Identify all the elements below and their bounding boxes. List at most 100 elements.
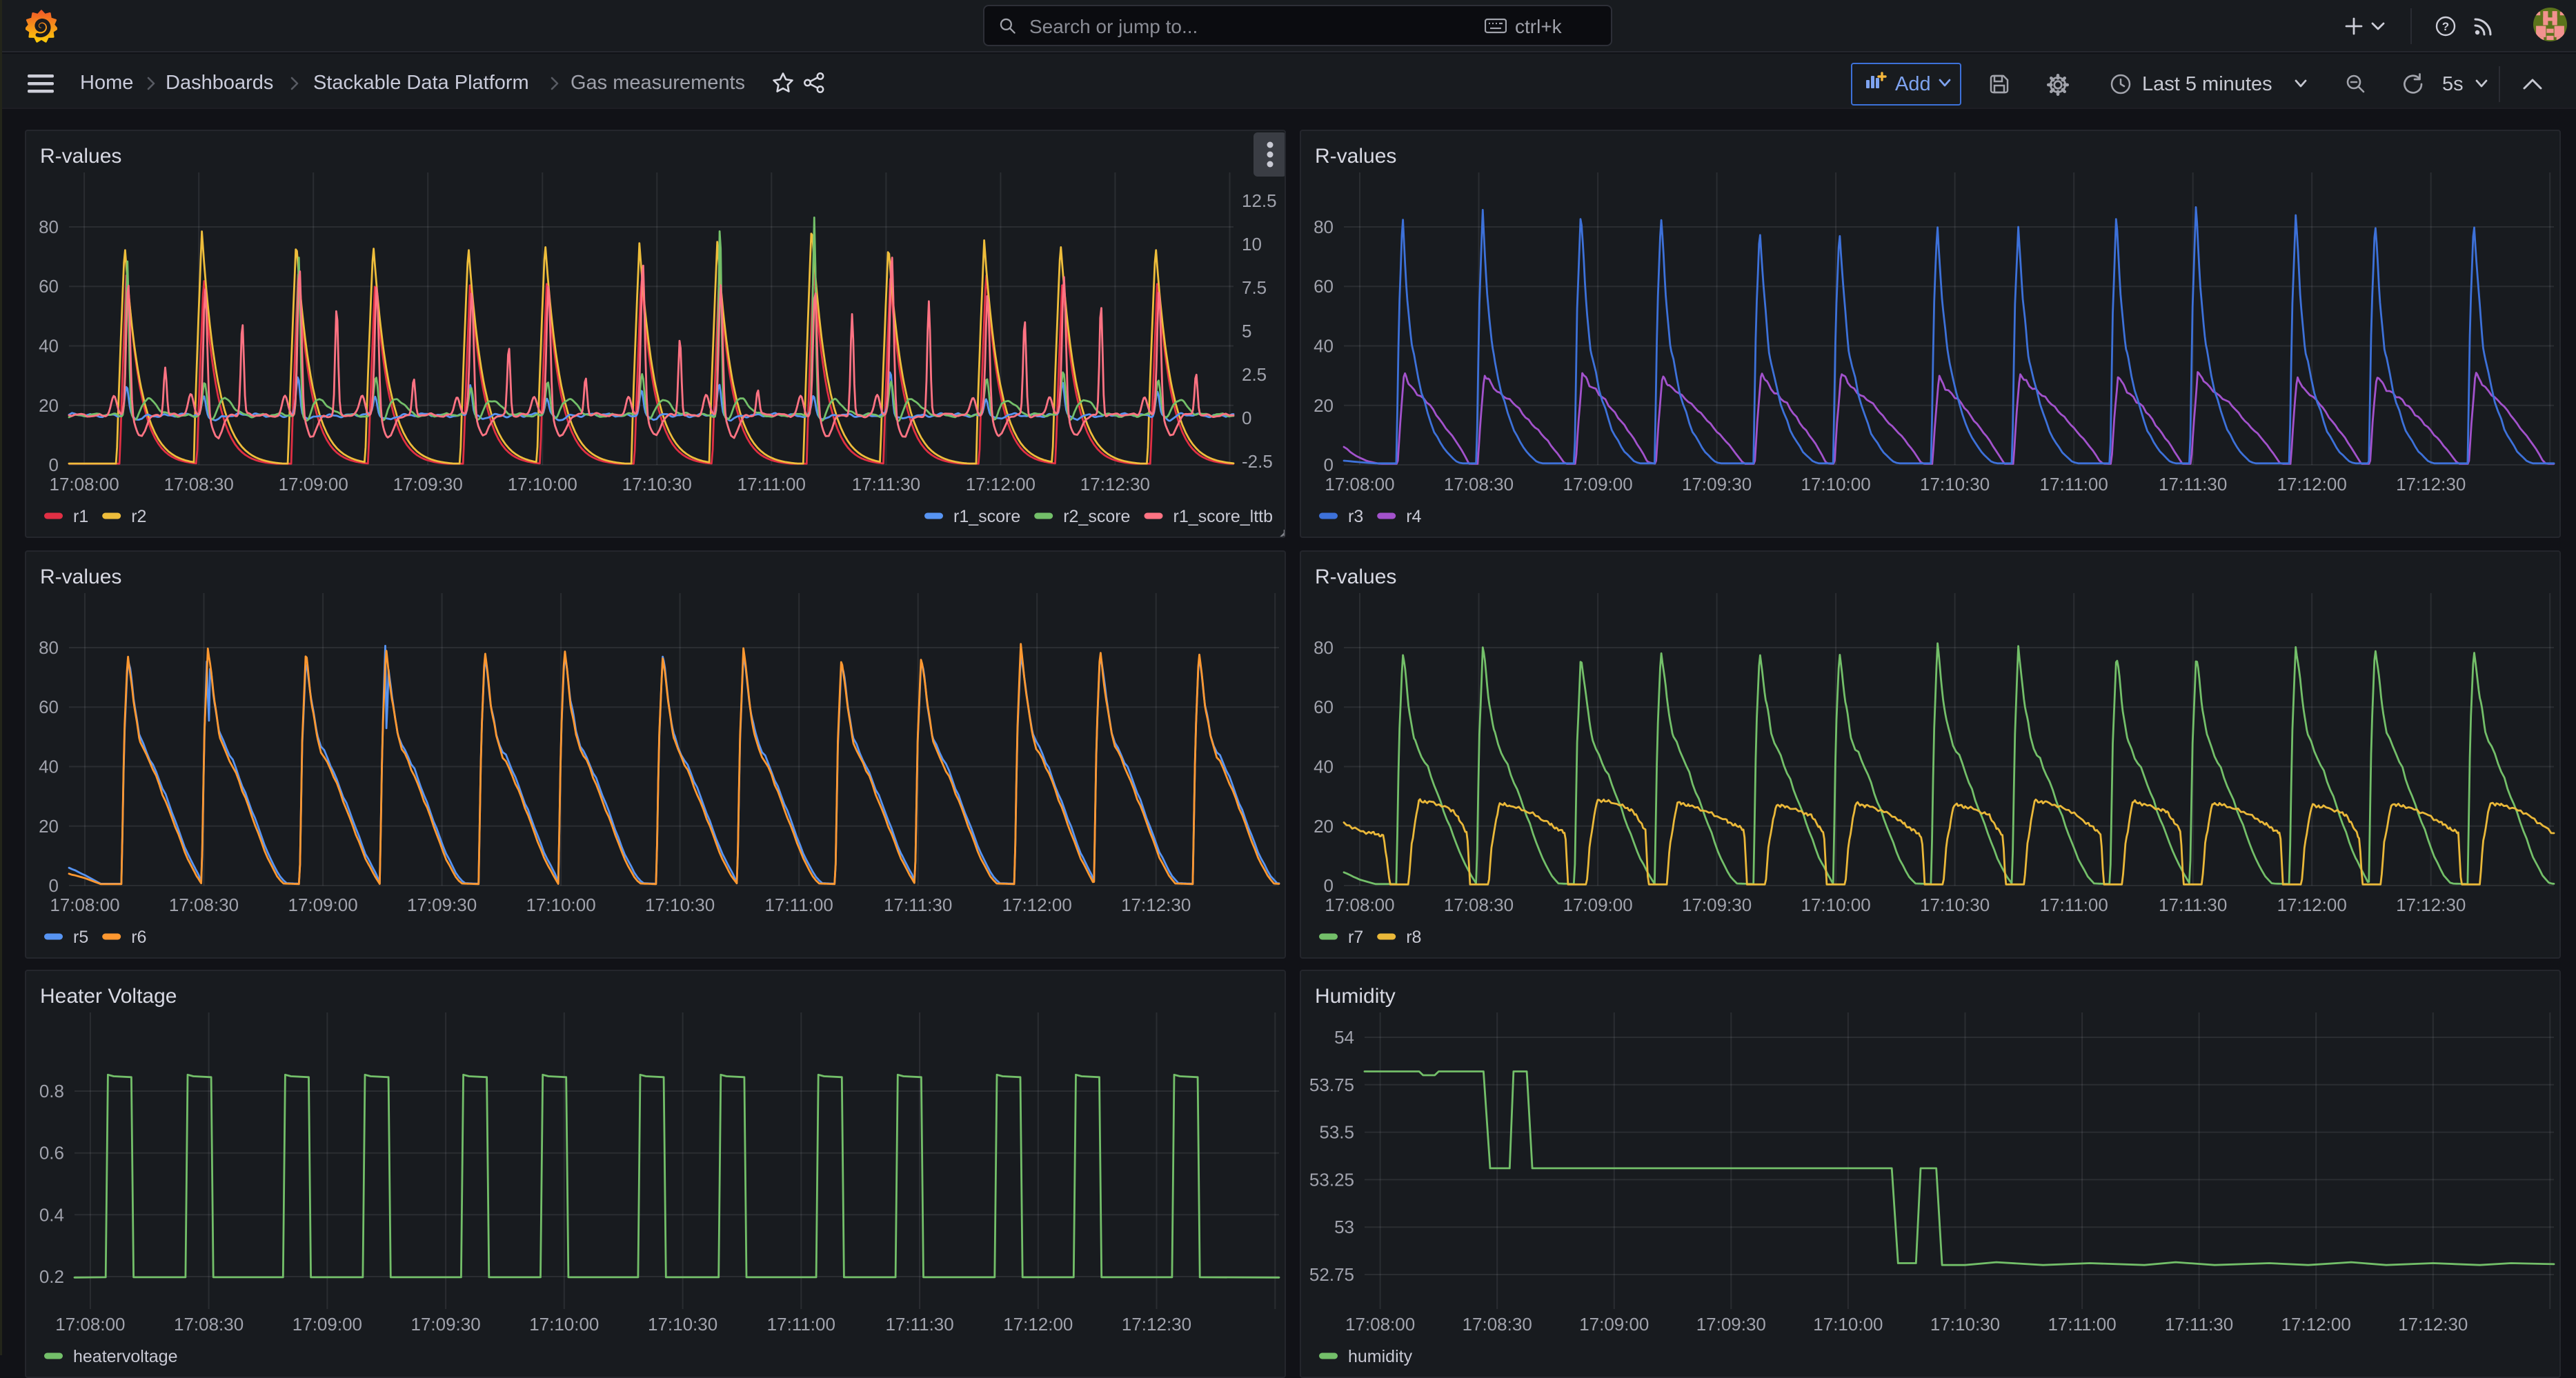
svg-text:17:08:30: 17:08:30 <box>1444 474 1514 495</box>
svg-text:r2_score: r2_score <box>1063 507 1130 526</box>
svg-text:17:11:30: 17:11:30 <box>2165 1314 2233 1335</box>
svg-text:17:08:00: 17:08:00 <box>1325 474 1394 495</box>
svg-text:17:11:30: 17:11:30 <box>2159 895 2227 915</box>
svg-text:r1_score: r1_score <box>953 507 1020 526</box>
svg-text:17:11:00: 17:11:00 <box>737 474 806 495</box>
svg-text:17:10:00: 17:10:00 <box>526 895 595 915</box>
svg-text:17:10:30: 17:10:30 <box>1920 474 1990 495</box>
svg-text:17:12:30: 17:12:30 <box>2396 895 2466 915</box>
svg-text:53.5: 53.5 <box>1319 1122 1354 1143</box>
svg-text:60: 60 <box>39 276 59 297</box>
svg-text:17:10:30: 17:10:30 <box>1930 1314 2000 1335</box>
svg-text:10: 10 <box>1242 234 1262 254</box>
svg-text:?: ? <box>2442 20 2449 33</box>
svg-text:17:12:00: 17:12:00 <box>2277 474 2347 495</box>
svg-text:17:09:30: 17:09:30 <box>407 895 477 915</box>
svg-text:53: 53 <box>1334 1217 1354 1237</box>
svg-text:17:12:30: 17:12:30 <box>2398 1314 2468 1335</box>
svg-text:80: 80 <box>39 217 59 237</box>
svg-text:80: 80 <box>1314 637 1334 658</box>
svg-text:r8: r8 <box>1406 928 1421 947</box>
svg-text:r5: r5 <box>73 928 88 947</box>
svg-text:17:10:30: 17:10:30 <box>1920 895 1990 915</box>
svg-text:r4: r4 <box>1406 507 1421 526</box>
svg-text:0: 0 <box>1324 455 1334 475</box>
svg-text:40: 40 <box>39 336 59 357</box>
svg-text:80: 80 <box>39 637 59 658</box>
svg-text:2.5: 2.5 <box>1242 364 1267 385</box>
svg-text:17:10:30: 17:10:30 <box>645 895 715 915</box>
svg-text:17:11:30: 17:11:30 <box>852 474 920 495</box>
svg-text:17:09:00: 17:09:00 <box>293 1314 362 1335</box>
svg-text:20: 20 <box>1314 816 1334 837</box>
svg-text:17:11:30: 17:11:30 <box>884 895 952 915</box>
svg-text:12.5: 12.5 <box>1242 190 1277 211</box>
svg-text:0.2: 0.2 <box>39 1266 64 1287</box>
svg-text:17:12:00: 17:12:00 <box>1002 895 1072 915</box>
svg-text:r1_score_lttb: r1_score_lttb <box>1173 507 1274 526</box>
svg-text:r7: r7 <box>1348 928 1363 947</box>
svg-text:17:11:30: 17:11:30 <box>885 1314 953 1335</box>
svg-text:R-values: R-values <box>40 145 121 168</box>
svg-text:17:10:30: 17:10:30 <box>648 1314 717 1335</box>
svg-text:R-values: R-values <box>40 566 121 588</box>
svg-text:17:11:30: 17:11:30 <box>2159 474 2227 495</box>
svg-text:80: 80 <box>1314 217 1334 237</box>
svg-text:17:12:00: 17:12:00 <box>2277 895 2347 915</box>
svg-text:17:08:00: 17:08:00 <box>1345 1314 1415 1335</box>
svg-text:54: 54 <box>1334 1027 1354 1048</box>
svg-text:17:09:30: 17:09:30 <box>1682 474 1752 495</box>
svg-text:17:12:00: 17:12:00 <box>1003 1314 1073 1335</box>
svg-text:17:12:30: 17:12:30 <box>1080 474 1150 495</box>
svg-text:53.75: 53.75 <box>1309 1075 1354 1095</box>
svg-text:60: 60 <box>39 697 59 717</box>
svg-text:17:10:00: 17:10:00 <box>1813 1314 1883 1335</box>
svg-text:17:11:00: 17:11:00 <box>767 1314 835 1335</box>
svg-text:17:10:30: 17:10:30 <box>622 474 692 495</box>
svg-text:17:08:00: 17:08:00 <box>55 1314 125 1335</box>
svg-text:60: 60 <box>1314 276 1334 297</box>
svg-text:r1: r1 <box>73 507 88 526</box>
svg-text:20: 20 <box>1314 395 1334 416</box>
svg-text:17:12:30: 17:12:30 <box>2396 474 2466 495</box>
svg-text:17:10:00: 17:10:00 <box>1801 474 1870 495</box>
svg-text:17:10:00: 17:10:00 <box>529 1314 599 1335</box>
svg-text:Humidity: Humidity <box>1315 985 1396 1008</box>
svg-text:17:12:30: 17:12:30 <box>1122 1314 1191 1335</box>
svg-text:0: 0 <box>1324 875 1334 896</box>
svg-text:R-values: R-values <box>1315 145 1396 168</box>
svg-text:17:11:00: 17:11:00 <box>2048 1314 2116 1335</box>
svg-text:17:08:00: 17:08:00 <box>49 474 119 495</box>
svg-text:humidity: humidity <box>1348 1347 1413 1366</box>
svg-text:0: 0 <box>49 455 59 475</box>
svg-text:17:08:30: 17:08:30 <box>1463 1314 1532 1335</box>
svg-text:17:12:00: 17:12:00 <box>2281 1314 2351 1335</box>
svg-text:17:09:30: 17:09:30 <box>1682 895 1752 915</box>
svg-text:17:12:00: 17:12:00 <box>966 474 1036 495</box>
svg-text:17:09:30: 17:09:30 <box>393 474 463 495</box>
svg-text:17:08:00: 17:08:00 <box>1325 895 1394 915</box>
svg-text:40: 40 <box>1314 757 1334 777</box>
svg-text:60: 60 <box>1314 697 1334 717</box>
svg-text:17:09:30: 17:09:30 <box>1696 1314 1766 1335</box>
svg-text:17:09:00: 17:09:00 <box>1579 1314 1649 1335</box>
svg-text:heatervoltage: heatervoltage <box>73 1347 178 1366</box>
svg-text:5: 5 <box>1242 321 1251 341</box>
svg-text:17:08:30: 17:08:30 <box>1444 895 1514 915</box>
svg-text:0: 0 <box>49 875 59 896</box>
svg-text:17:08:30: 17:08:30 <box>174 1314 244 1335</box>
svg-text:17:08:30: 17:08:30 <box>164 474 234 495</box>
svg-text:40: 40 <box>1314 336 1334 357</box>
svg-text:17:11:00: 17:11:00 <box>2040 895 2108 915</box>
svg-text:r2: r2 <box>131 507 146 526</box>
svg-text:0.6: 0.6 <box>39 1143 64 1164</box>
svg-text:-2.5: -2.5 <box>1242 451 1273 472</box>
svg-text:17:08:00: 17:08:00 <box>50 895 119 915</box>
svg-text:7.5: 7.5 <box>1242 277 1267 298</box>
svg-text:53.25: 53.25 <box>1309 1169 1354 1190</box>
svg-text:17:09:30: 17:09:30 <box>410 1314 480 1335</box>
svg-text:17:09:00: 17:09:00 <box>1563 474 1632 495</box>
svg-text:17:11:00: 17:11:00 <box>765 895 833 915</box>
svg-text:17:09:00: 17:09:00 <box>288 895 357 915</box>
svg-text:Heater Voltage: Heater Voltage <box>40 985 177 1008</box>
